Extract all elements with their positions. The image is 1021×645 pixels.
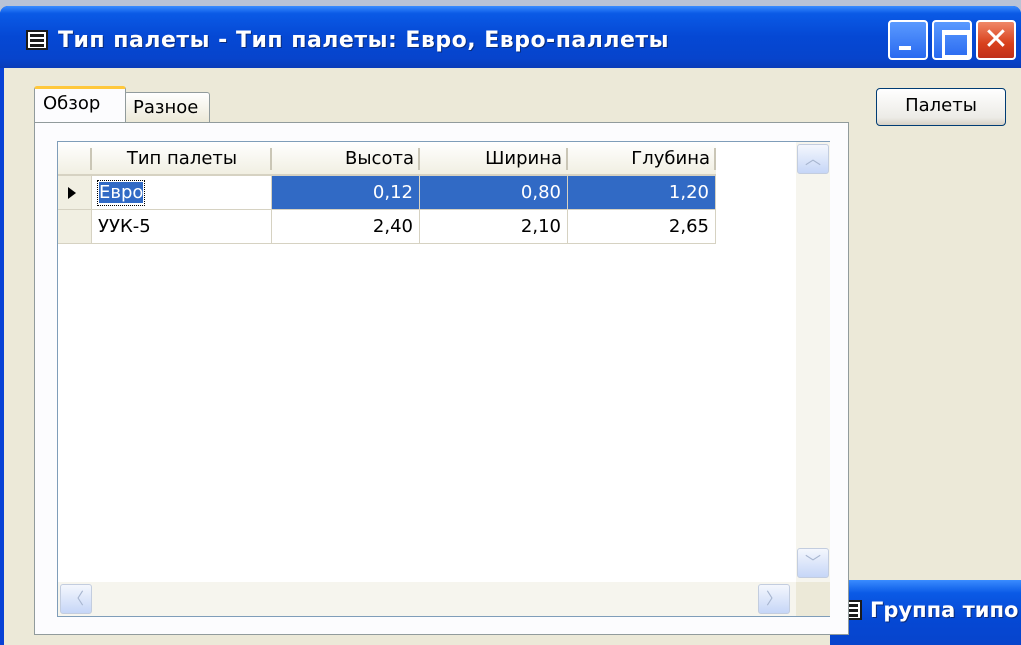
tab-overview[interactable]: Обзор (34, 86, 126, 122)
scroll-left-button[interactable]: 〈 (60, 584, 92, 614)
scroll-down-button[interactable]: ﹀ (797, 548, 829, 578)
header-indicator (58, 142, 92, 176)
window-title: Тип палеты - Тип палеты: Евро, Евро-палл… (58, 28, 670, 53)
chevron-down-icon: ﹀ (804, 553, 821, 572)
scroll-right-button[interactable]: 〉 (758, 584, 790, 614)
chevron-up-icon: ︿ (804, 149, 821, 168)
pallet-type-grid[interactable]: Тип палеты Высота Ширина Глубина Евро 0,… (57, 141, 830, 617)
cell-height[interactable]: 0,12 (272, 176, 420, 210)
scrollbar-corner (796, 582, 830, 616)
pallets-button[interactable]: Палеты (876, 88, 1006, 126)
row-indicator[interactable] (58, 176, 92, 210)
main-window: Тип палеты - Тип палеты: Евро, Евро-палл… (0, 6, 1021, 645)
tab-panel: Тип палеты Высота Ширина Глубина Евро 0,… (34, 122, 849, 635)
second-window-title: Группа типо (870, 598, 1019, 622)
cell-height[interactable]: 2,40 (272, 210, 420, 244)
cell-depth[interactable]: 2,65 (568, 210, 716, 244)
chevron-left-icon: 〈 (67, 589, 84, 608)
row-indicator[interactable] (58, 210, 92, 244)
window-client-area: Обзор Разное Тип палеты Высота Ширина Гл… (4, 68, 1021, 645)
column-header-height[interactable]: Высота (272, 142, 420, 176)
cell-type[interactable]: УУК-5 (92, 210, 272, 244)
title-bar[interactable]: Тип палеты - Тип палеты: Евро, Евро-палл… (0, 6, 1021, 68)
second-window-titlebar[interactable]: Группа типо (830, 580, 1021, 645)
table-row[interactable]: УУК-5 2,40 2,10 2,65 (58, 210, 716, 244)
cell-editor[interactable]: Евро (96, 180, 146, 206)
grid-header: Тип палеты Высота Ширина Глубина (58, 142, 796, 176)
close-button[interactable]: ✕ (976, 20, 1016, 60)
maximize-button[interactable] (932, 20, 972, 60)
scroll-up-button[interactable]: ︿ (797, 144, 829, 174)
vertical-scrollbar[interactable]: ︿ ﹀ (796, 142, 830, 582)
column-header-type[interactable]: Тип палеты (92, 142, 272, 176)
row-pointer-icon (68, 187, 76, 199)
column-header-width[interactable]: Ширина (420, 142, 568, 176)
horizontal-scrollbar[interactable]: 〈 〉 (58, 582, 796, 616)
chevron-right-icon: 〉 (765, 589, 782, 608)
close-icon: ✕ (983, 22, 1009, 57)
cell-width[interactable]: 2,10 (420, 210, 568, 244)
cell-type[interactable]: Евро (92, 176, 272, 210)
column-header-depth[interactable]: Глубина (568, 142, 716, 176)
cell-depth[interactable]: 1,20 (568, 176, 716, 210)
table-row[interactable]: Евро 0,12 0,80 1,20 (58, 176, 716, 210)
tab-misc[interactable]: Разное (124, 92, 210, 122)
cell-editor-text: Евро (99, 182, 144, 203)
form-icon (26, 30, 48, 50)
minimize-button[interactable] (888, 20, 928, 60)
cell-width[interactable]: 0,80 (420, 176, 568, 210)
